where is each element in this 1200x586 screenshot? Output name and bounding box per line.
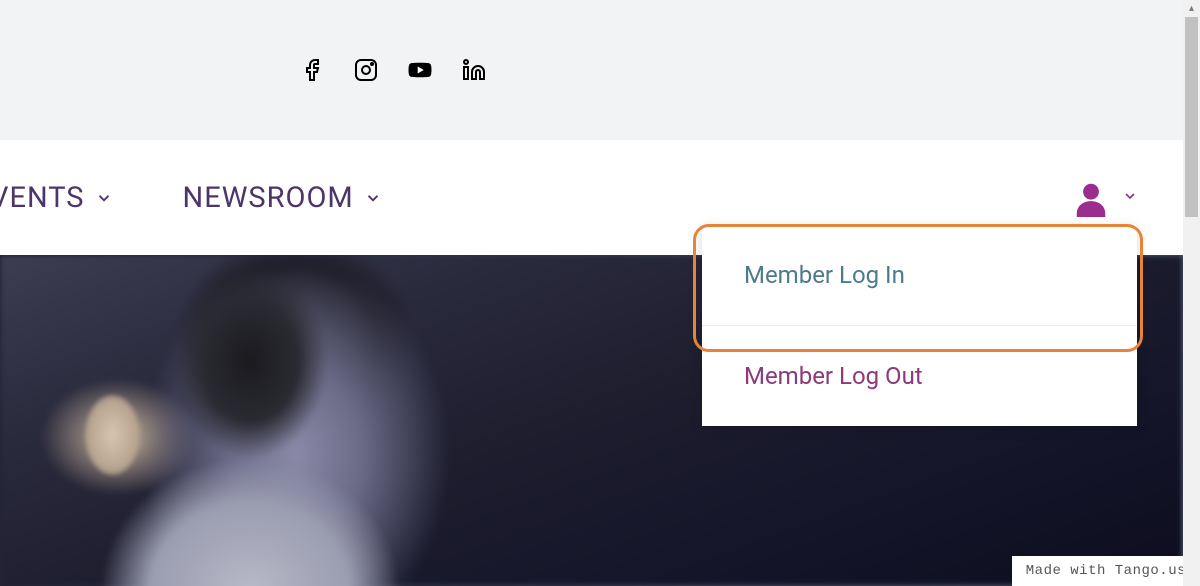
hero-ear-detail (85, 395, 140, 475)
chevron-down-icon (364, 189, 382, 207)
scrollbar-track[interactable]: ▴ (1183, 0, 1200, 586)
chevron-down-icon (95, 189, 113, 207)
nav-item-events[interactable]: VENTS (0, 181, 113, 215)
linkedin-icon[interactable] (462, 58, 486, 82)
avatar-icon (1072, 179, 1110, 217)
watermark: Made with Tango.us (1012, 556, 1200, 586)
youtube-icon[interactable] (408, 58, 432, 82)
dropdown-login-label: Member Log In (744, 261, 905, 289)
nav-items: VENTS NEWSROOM (0, 181, 382, 215)
account-menu-button[interactable] (1072, 179, 1138, 217)
scrollbar-arrow-up-icon[interactable]: ▴ (1183, 0, 1200, 17)
social-icons-container (300, 58, 486, 82)
top-bar (0, 0, 1183, 140)
nav-label-events: VENTS (0, 181, 85, 215)
facebook-icon[interactable] (300, 58, 324, 82)
account-dropdown-menu: Member Log In Member Log Out (702, 225, 1137, 426)
chevron-down-icon (1122, 188, 1138, 208)
scrollbar-thumb[interactable] (1185, 17, 1198, 217)
dropdown-item-logout[interactable]: Member Log Out (702, 325, 1137, 426)
instagram-icon[interactable] (354, 58, 378, 82)
nav-item-newsroom[interactable]: NEWSROOM (183, 181, 382, 215)
dropdown-item-login[interactable]: Member Log In (702, 225, 1137, 325)
watermark-text: Made with Tango.us (1026, 563, 1186, 579)
dropdown-logout-label: Member Log Out (744, 362, 923, 390)
nav-label-newsroom: NEWSROOM (183, 181, 354, 215)
